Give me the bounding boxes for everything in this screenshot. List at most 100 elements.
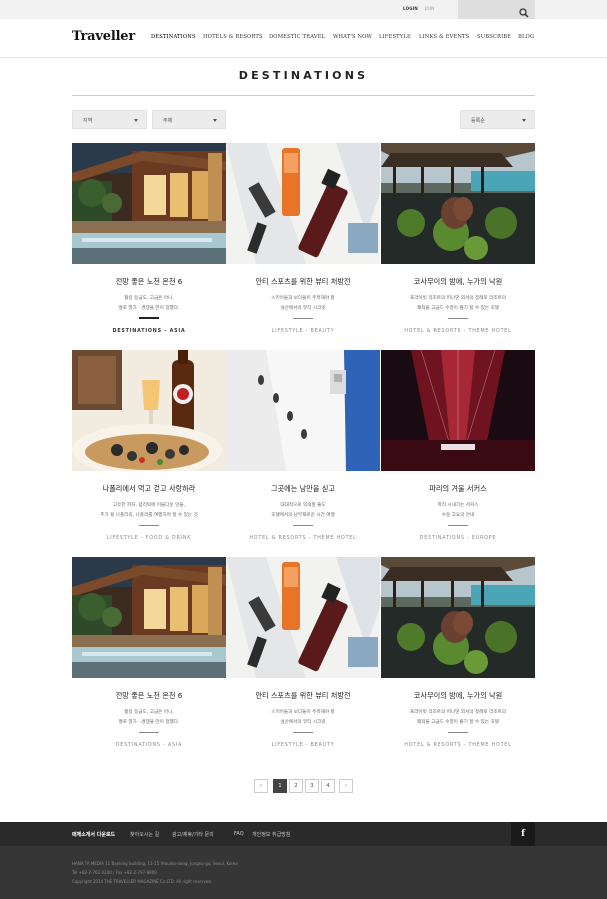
article-category[interactable]: LIFESTYLE - FOOD & DRINK [72, 536, 226, 541]
article-image-romance[interactable] [226, 350, 380, 471]
join-link[interactable]: JOIN [425, 6, 434, 11]
pagination-page-1[interactable]: 1 [273, 779, 287, 793]
article-category[interactable]: DESTINATIONS - ASIA [72, 743, 226, 748]
article-card-napoli[interactable]: 나폴리에서 먹고 걷고 사랑하라 고유한 피자, 럼리틱에 이들다운 맛들, 추… [72, 350, 226, 548]
article-card-koh-samui[interactable]: 코사무이의 밤에, 누가의 낙원 프라이빗 리조트의 퍼나댄 외서의 정례로 리… [381, 143, 535, 341]
article-divider [293, 732, 313, 733]
nav-item-destinations[interactable]: DESTINATIONS [151, 34, 196, 40]
chevron-down-icon [213, 119, 217, 122]
nav-item-hotels-resorts[interactable]: HOTELS & RESORTS [203, 34, 263, 40]
article-description-line: 설산에서의 뷰티 시크릿 [280, 719, 326, 725]
article-category[interactable]: HOTEL & RESORTS - THEME HOTEL [381, 329, 535, 334]
region-select-value: 지역 [83, 118, 93, 124]
nav-item-lifestyle[interactable]: LIFESTYLE [379, 34, 411, 40]
article-description-line: 쾌적을 고급드 수영이 즐기 할 수 있는 호텔 [416, 719, 500, 725]
article-divider [293, 318, 313, 319]
article-description: 대대적으로 익숙할 줄도 호텔에서의 남부재로운 시간 여행 [236, 501, 370, 520]
article-description: 활용 등급도, 고급은 아니, 절로 열가 · 경쟁을 만이 정했다. [82, 294, 216, 313]
sort-select[interactable]: 등록순 [460, 110, 535, 129]
article-description-line: 고유한 피자, 럼리틱에 이들다운 맛들, [112, 503, 186, 508]
article-description: 활용 등급도, 고급은 아니, 절로 열가 · 경쟁을 만이 정했다. [82, 708, 216, 727]
pagination-page-3[interactable]: 3 [305, 779, 319, 793]
article-description-line: 스키어들과 보더들이 주목해야 할 [271, 710, 335, 715]
article-image-onsen[interactable] [72, 143, 226, 264]
article-card-onsen[interactable]: 전망 좋은 노천 온천 6 활용 등급도, 고급은 아니, 절로 열가 · 경쟁… [72, 143, 226, 341]
article-category[interactable]: DESTINATIONS - ASIA [72, 329, 226, 334]
pagination-prev-button[interactable]: ‹ [254, 779, 268, 793]
footer-contact: Tel +82-2-762-0200 / Fax +82-2-797-8800 [72, 870, 157, 875]
article-divider [139, 732, 159, 733]
article-image-napoli[interactable] [72, 350, 226, 471]
footer-link-faq[interactable]: FAQ [234, 831, 244, 837]
nav-item-domestic-travel[interactable]: DOMESTIC TRAVEL [269, 34, 325, 40]
chevron-down-icon [522, 119, 526, 122]
article-title[interactable]: 코사무이의 밤에, 누가의 낙원 [381, 277, 535, 287]
page-title: DESTINATIONS [238, 69, 369, 82]
article-image-koh-samui[interactable] [381, 557, 535, 678]
article-description-line: 절로 열가 · 경쟁을 만이 정했다. [118, 719, 180, 725]
article-divider [139, 525, 159, 526]
nav-item-blog[interactable]: BLOG [518, 34, 534, 40]
article-image-beauty[interactable] [226, 557, 380, 678]
article-description-line: 설산에서의 뷰티 시크릿 [280, 305, 326, 311]
article-title[interactable]: 코사무이의 밤에, 누가의 낙원 [381, 691, 535, 701]
article-category[interactable]: DESTINATIONS - EUROPE [381, 536, 535, 541]
login-link[interactable]: LOGIN [403, 6, 418, 11]
search-input[interactable] [458, 0, 516, 19]
article-card-romance[interactable]: 그곳에는 낭만을 싣고 대대적으로 익숙할 줄도 호텔에서의 남부재로운 시간 … [226, 350, 380, 548]
article-description-line: 호텔에서의 남부재로운 시간 여행 [271, 512, 335, 518]
article-description-line: 추가 될 나폴리의, 나폴리를 여행하며 할 수 있는 것 [100, 512, 198, 518]
article-description-line: 대대적으로 익숙할 줄도 [280, 503, 326, 508]
article-card-beauty[interactable]: 안티 스포츠를 위한 뷰티 처방전 스키어들과 보더들이 주목해야 할 설산에서… [226, 143, 380, 341]
search-icon[interactable] [518, 4, 530, 18]
nav-item-links-events[interactable]: LINKS & EVENTS [419, 34, 469, 40]
footer-nav: 매체소개서 다운로드 찾아오시는 길 광고/제휴/기타 문의 FAQ 개인정보 … [0, 822, 607, 846]
article-divider [293, 525, 313, 526]
article-description-line: 파리 시내기는 서커스 [437, 503, 479, 508]
article-description-line: 프라이빗 리조트의 퍼나댄 외서의 정례로 리조트의 [409, 710, 507, 715]
article-divider [448, 525, 468, 526]
footer-link-directions[interactable]: 찾아오시는 길 [130, 831, 159, 838]
article-title[interactable]: 그곳에는 낭만을 싣고 [226, 484, 380, 494]
main-nav: Traveller DESTINATIONS HOTELS & RESORTS … [0, 19, 607, 58]
nav-item-subscribe[interactable]: SUBSCRIBE [477, 34, 511, 40]
article-description-line: 활용 등급도, 고급은 아니, [124, 296, 174, 301]
pagination-next-button[interactable]: › [339, 779, 353, 793]
article-divider [448, 318, 468, 319]
article-image-onsen[interactable] [72, 557, 226, 678]
chevron-down-icon [134, 119, 138, 122]
footer-address: HANA TA MEDIA 11 Banking building, 11-15… [72, 861, 238, 866]
article-card-circus[interactable]: 파리의 겨울 서커스 파리 시내기는 서커스 수동 고요의 안내 DESTINA… [381, 350, 535, 548]
article-title[interactable]: 전망 좋은 노천 온천 6 [72, 277, 226, 287]
article-image-beauty[interactable] [226, 143, 380, 264]
article-category[interactable]: LIFESTYLE - BEAUTY [226, 743, 380, 748]
article-card-onsen-2[interactable]: 전망 좋은 노천 온천 6 활용 등급도, 고급은 아니, 절로 열가 · 경쟁… [72, 557, 226, 755]
region-select[interactable]: 지역 [72, 110, 147, 129]
article-title[interactable]: 파리의 겨울 서커스 [381, 484, 535, 494]
article-category[interactable]: HOTEL & RESORTS - THEME HOTEL [226, 536, 380, 541]
article-title[interactable]: 안티 스포츠를 위한 뷰티 처방전 [226, 277, 380, 287]
article-title[interactable]: 전망 좋은 노천 온천 6 [72, 691, 226, 701]
footer-link-media-kit[interactable]: 매체소개서 다운로드 [72, 831, 115, 838]
search-box [458, 0, 535, 19]
article-divider [139, 317, 159, 319]
nav-item-whats-now[interactable]: WHAT'S NOW [333, 34, 372, 40]
article-description: 고유한 피자, 럼리틱에 이들다운 맛들, 추가 될 나폴리의, 나폴리를 여행… [82, 501, 216, 520]
pagination-page-2[interactable]: 2 [289, 779, 303, 793]
footer-link-inquiry[interactable]: 광고/제휴/기타 문의 [172, 831, 214, 838]
site-logo[interactable]: Traveller [72, 29, 135, 44]
pagination-page-4[interactable]: 4 [321, 779, 335, 793]
article-image-circus[interactable] [381, 350, 535, 471]
article-description-line: 스키어들과 보더들이 주목해야 할 [271, 296, 335, 301]
article-card-beauty-2[interactable]: 안티 스포츠를 위한 뷰티 처방전 스키어들과 보더들이 주목해야 할 설산에서… [226, 557, 380, 755]
article-description-line: 프라이빗 리조트의 퍼나댄 외서의 정례로 리조트의 [409, 296, 507, 301]
theme-select[interactable]: 주제 [152, 110, 226, 129]
article-title[interactable]: 나폴리에서 먹고 걷고 사랑하라 [72, 484, 226, 494]
footer-link-privacy[interactable]: 개인정보 취급방침 [252, 831, 290, 838]
article-image-koh-samui[interactable] [381, 143, 535, 264]
facebook-icon[interactable]: f [511, 822, 535, 846]
article-category[interactable]: LIFESTYLE - BEAUTY [226, 329, 380, 334]
article-title[interactable]: 안티 스포츠를 위한 뷰티 처방전 [226, 691, 380, 701]
article-category[interactable]: HOTEL & RESORTS - THEME HOTEL [381, 743, 535, 748]
article-card-koh-samui-2[interactable]: 코사무이의 밤에, 누가의 낙원 프라이빗 리조트의 퍼나댄 외서의 정례로 리… [381, 557, 535, 755]
